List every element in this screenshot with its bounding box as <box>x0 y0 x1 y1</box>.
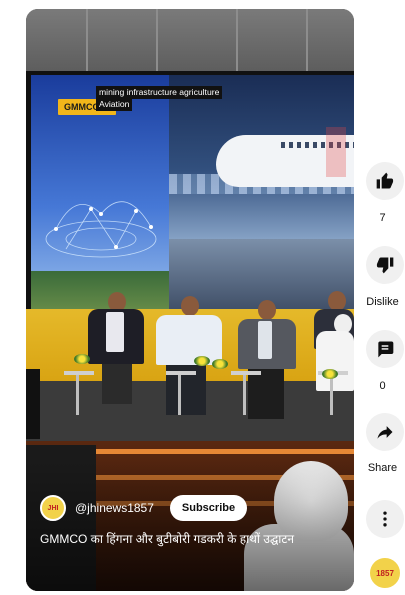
more-options-button[interactable] <box>366 500 404 538</box>
video-title[interactable]: GMMCO का हिंगना और बुटीबोरी गडकरी के हाथ… <box>40 531 340 548</box>
like-button[interactable] <box>366 162 404 200</box>
channel-row: JHI @jhinews1857 Subscribe <box>40 493 248 523</box>
share-arrow-icon <box>377 426 393 439</box>
side-table <box>64 371 94 375</box>
more-vertical-icon <box>383 511 387 527</box>
flower-arrangement <box>212 359 228 369</box>
flower-arrangement <box>194 356 210 366</box>
share-button[interactable] <box>366 413 404 451</box>
share-label: Share <box>367 462 398 474</box>
like-count: 7 <box>379 212 386 224</box>
network-graphic <box>45 201 157 258</box>
side-table <box>231 371 261 375</box>
dislike-label: Dislike <box>366 296 399 308</box>
dislike-button[interactable] <box>366 246 404 284</box>
comment-icon <box>378 341 394 358</box>
subscribe-button[interactable]: Subscribe <box>169 495 248 521</box>
thumbs-down-icon <box>376 257 394 274</box>
channel-avatar[interactable]: JHI <box>40 495 66 521</box>
thumbs-up-icon <box>376 172 394 189</box>
screen-tagline-2: Aviation <box>96 98 133 111</box>
comment-button[interactable] <box>366 330 404 368</box>
channel-avatar-thumb[interactable]: 1857 <box>368 556 402 590</box>
short-video-player[interactable]: GMMCO mining infrastructure agriculture … <box>26 9 354 591</box>
tent-ceiling <box>26 9 354 79</box>
channel-handle[interactable]: @jhinews1857 <box>75 501 154 515</box>
action-rail: 7 Dislike 0 Share 1857 <box>360 0 405 595</box>
flower-arrangement <box>74 354 90 364</box>
flower-arrangement <box>322 369 338 379</box>
side-table <box>166 371 196 375</box>
comment-count: 0 <box>379 380 386 392</box>
